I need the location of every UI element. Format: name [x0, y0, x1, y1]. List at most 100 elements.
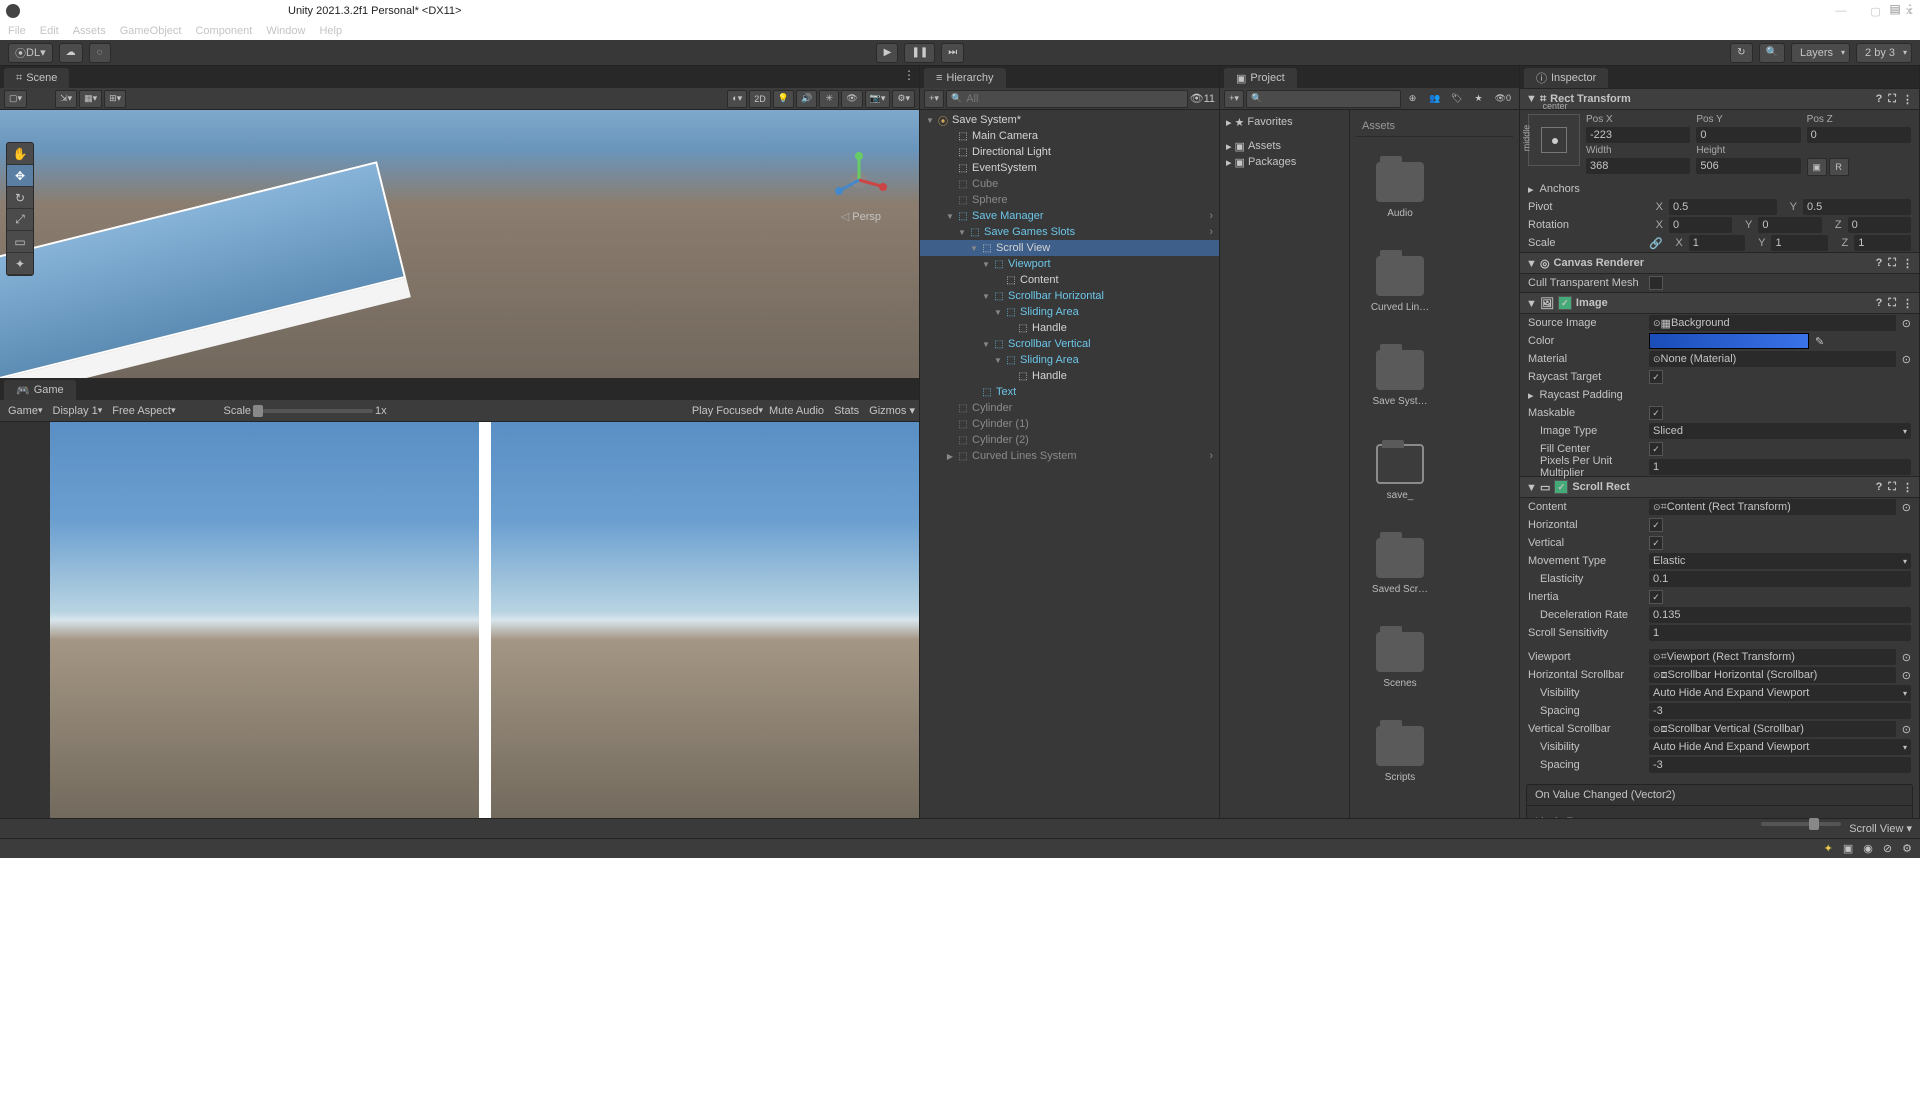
movement-type-dropdown[interactable]: Elastic	[1649, 553, 1911, 569]
image-type-dropdown[interactable]: Sliced	[1649, 423, 1911, 439]
hierarchy-item[interactable]: ⬚Cylinder (1)	[920, 416, 1219, 432]
camera-button[interactable]: 📷▾	[865, 90, 891, 108]
pivot-button[interactable]: ⇲▾	[55, 90, 77, 108]
play-button[interactable]: ▶	[876, 43, 898, 63]
menu-edit[interactable]: Edit	[40, 25, 59, 37]
maskable-checkbox[interactable]: ✓	[1649, 406, 1663, 420]
layers-dropdown[interactable]: Layers	[1791, 43, 1850, 63]
step-button[interactable]: ⏭	[941, 43, 964, 63]
hierarchy-item[interactable]: ⬚Content	[920, 272, 1219, 288]
maximize-button[interactable]: ▢	[1870, 5, 1880, 18]
hierarchy-body[interactable]: ▼⦿Save System* ⬚Main Camera⬚Directional …	[920, 110, 1219, 818]
image-header[interactable]: ▼ 🖼 ✓ Image?⛶⋮	[1520, 292, 1919, 314]
hierarchy-item[interactable]: ⬚Handle	[920, 320, 1219, 336]
vertical-checkbox[interactable]: ✓	[1649, 536, 1663, 550]
favorites-row[interactable]: ▸★Favorites	[1224, 114, 1345, 130]
menu-help[interactable]: Help	[319, 25, 342, 37]
elasticity-field[interactable]: 0.1	[1649, 571, 1911, 587]
version-control-button[interactable]: ◌	[89, 43, 111, 63]
view-tool[interactable]: ✋	[7, 143, 33, 165]
project-filter-3[interactable]: 🏷	[1447, 90, 1467, 108]
tree-packages[interactable]: ▸▣Packages	[1224, 154, 1345, 170]
display-dropdown[interactable]: Display 1 ▾	[49, 402, 107, 420]
account-dropdown[interactable]: ⦿ DL ▾	[8, 43, 53, 63]
transform-tool[interactable]: ✦	[7, 253, 33, 275]
project-filter-4[interactable]: ★	[1469, 90, 1489, 108]
cloud-button[interactable]: ☁	[59, 43, 83, 63]
hidden-button[interactable]: 👁	[841, 90, 862, 108]
content-field[interactable]: ⌗ Content (Rect Transform)	[1649, 499, 1896, 515]
hierarchy-search[interactable]: 🔍 All	[946, 90, 1188, 108]
posz-field[interactable]: 0	[1807, 127, 1911, 143]
search-button[interactable]: 🔍	[1759, 43, 1785, 63]
hierarchy-item[interactable]: ▼⬚Save Games Slots›	[920, 224, 1219, 240]
inertia-checkbox[interactable]: ✓	[1649, 590, 1663, 604]
hierarchy-item[interactable]: ▼⬚Scrollbar Horizontal	[920, 288, 1219, 304]
status-icon-4[interactable]: ⊘	[1883, 842, 1892, 855]
game-panel-menu[interactable]: ⋮	[903, 68, 915, 82]
posy-field[interactable]: 0	[1696, 127, 1800, 143]
menu-gameobject[interactable]: GameObject	[120, 25, 182, 37]
tab-inspector[interactable]: ⓘ Inspector	[1524, 68, 1608, 88]
sens-field[interactable]: 1	[1649, 625, 1911, 641]
vsb-spacing-field[interactable]: -3	[1649, 757, 1911, 773]
horizontal-checkbox[interactable]: ✓	[1649, 518, 1663, 532]
hierarchy-item[interactable]: ⬚Sphere	[920, 192, 1219, 208]
2d-button[interactable]: 2D	[749, 90, 771, 108]
source-image-field[interactable]: ▦ Background	[1649, 315, 1896, 331]
raycast-checkbox[interactable]: ✓	[1649, 370, 1663, 384]
game-viewport[interactable]	[0, 422, 919, 818]
play-focused-dropdown[interactable]: Play Focused ▾	[688, 402, 767, 420]
height-field[interactable]: 506	[1696, 158, 1800, 174]
menu-component[interactable]: Component	[195, 25, 252, 37]
project-search[interactable]: 🔍	[1246, 90, 1401, 108]
blueprint-button[interactable]: ▣	[1807, 158, 1827, 176]
project-item[interactable]: Saved Scr…	[1358, 521, 1442, 611]
hierarchy-item[interactable]: ⬚Directional Light	[920, 144, 1219, 160]
hierarchy-item[interactable]: ▼⬚Save Manager›	[920, 208, 1219, 224]
draw-mode-button[interactable]: ◐▾	[727, 90, 747, 108]
hierarchy-item[interactable]: ⬚Cylinder	[920, 400, 1219, 416]
project-hidden[interactable]: 👁0	[1491, 90, 1515, 108]
hierarchy-item[interactable]: ▼⬚Scroll View	[920, 240, 1219, 256]
layout-dropdown[interactable]: 2 by 3	[1856, 43, 1912, 63]
status-icon-3[interactable]: ◉	[1863, 842, 1873, 855]
canvas-renderer-header[interactable]: ▼ ◎ Canvas Renderer?⛶⋮	[1520, 252, 1919, 274]
aspect-dropdown[interactable]: Free Aspect ▾	[108, 402, 179, 420]
color-field[interactable]	[1649, 333, 1809, 349]
tree-assets[interactable]: ▸▣Assets	[1224, 138, 1345, 154]
menu-window[interactable]: Window	[266, 25, 305, 37]
inspector-panel-menu[interactable]: ▤ ⋮	[1889, 2, 1916, 16]
status-icon-1[interactable]: ✦	[1824, 842, 1833, 855]
hierarchy-item[interactable]: ⬚Text	[920, 384, 1219, 400]
project-filter-1[interactable]: ⊕	[1403, 90, 1423, 108]
scale-x-field[interactable]: 1	[1689, 235, 1746, 251]
material-field[interactable]: None (Material)	[1649, 351, 1896, 367]
inspector-body[interactable]: ▼ ⌗ Rect Transform?⛶⋮ center middle Pos …	[1520, 88, 1919, 818]
menu-file[interactable]: File	[8, 25, 26, 37]
project-item[interactable]: Curved Lin…	[1358, 239, 1442, 329]
rot-z-field[interactable]: 0	[1848, 217, 1911, 233]
material-picker-icon[interactable]: ⊙	[1902, 353, 1911, 366]
hierarchy-item[interactable]: ▶⬚Curved Lines System›	[920, 448, 1219, 464]
scale-z-field[interactable]: 1	[1854, 235, 1911, 251]
scale-link-icon[interactable]: 🔗	[1649, 237, 1663, 250]
hierarchy-item[interactable]: ▼⬚Sliding Area	[920, 304, 1219, 320]
rot-y-field[interactable]: 0	[1758, 217, 1821, 233]
project-zoom-slider[interactable]	[1761, 822, 1841, 826]
fill-center-checkbox[interactable]: ✓	[1649, 442, 1663, 456]
hierarchy-item[interactable]: ⬚Cylinder (2)	[920, 432, 1219, 448]
project-tree[interactable]: ▸★Favorites ▸▣Assets ▸▣Packages	[1220, 110, 1350, 818]
hierarchy-item[interactable]: ⬚Cube	[920, 176, 1219, 192]
project-grid[interactable]: Assets AudioCurved Lin…Save Syst…save_Sa…	[1350, 110, 1519, 818]
scale-tool[interactable]: ⤢	[7, 209, 33, 231]
orientation-gizmo-icon[interactable]	[829, 150, 889, 210]
mute-audio-toggle[interactable]: Mute Audio	[769, 405, 824, 417]
status-icon-2[interactable]: ▣	[1843, 842, 1853, 855]
vsb-field[interactable]: ⧈ Scrollbar Vertical (Scrollbar)	[1649, 721, 1896, 737]
posx-field[interactable]: -223	[1586, 127, 1690, 143]
decel-field[interactable]: 0.135	[1649, 607, 1911, 623]
hsb-vis-dropdown[interactable]: Auto Hide And Expand Viewport	[1649, 685, 1911, 701]
rot-x-field[interactable]: 0	[1669, 217, 1732, 233]
project-filter-2[interactable]: 👥	[1425, 90, 1445, 108]
